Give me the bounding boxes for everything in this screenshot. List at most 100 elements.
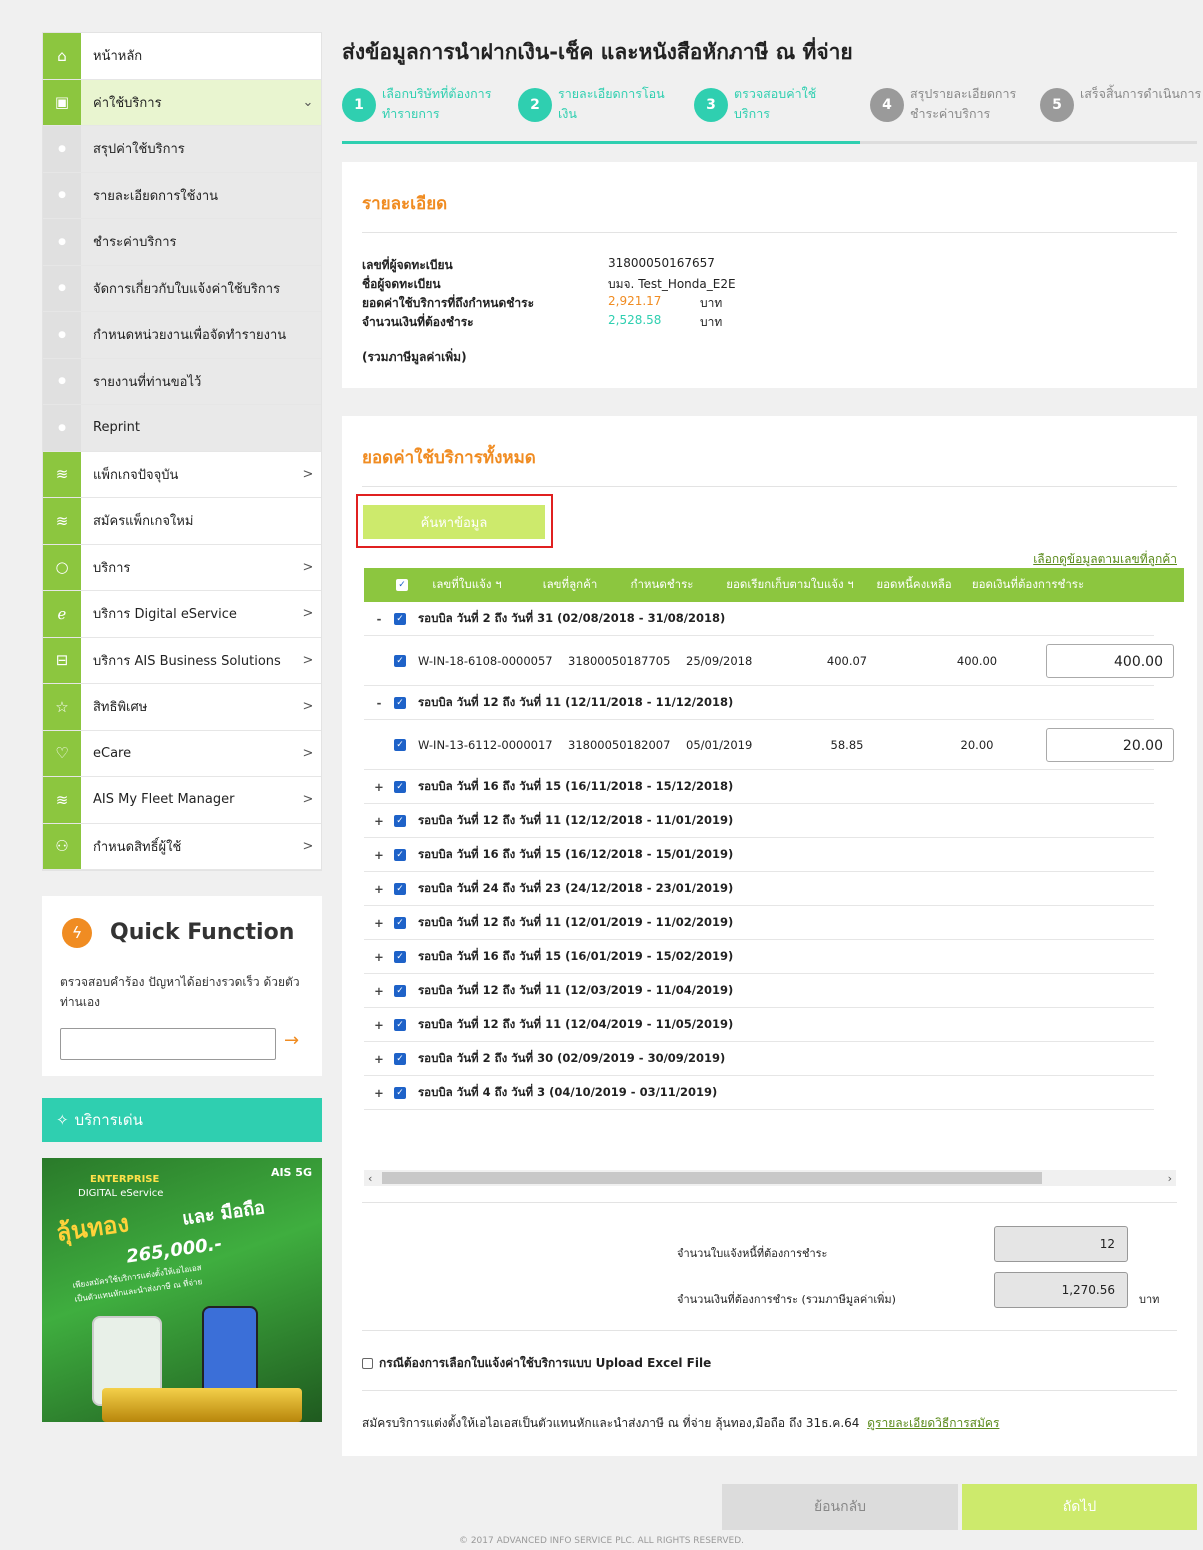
sidebar-item[interactable]: ● กำหนดหน่วยงานเพื่อจัดทำรายงาน [43, 312, 321, 359]
layers-icon: ≋ [43, 777, 81, 823]
scroll-right-icon[interactable]: › [1164, 1172, 1176, 1185]
expand-toggle-icon[interactable]: + [364, 950, 394, 964]
circle-icon: ○ [43, 544, 81, 590]
sidebar-item[interactable]: ≋ แพ็กเกจปัจจุบัน > [43, 451, 321, 498]
sidebar-item[interactable]: ● จัดการเกี่ยวกับใบแจ้งค่าใช้บริการ [43, 265, 321, 312]
expand-toggle-icon[interactable]: + [364, 848, 394, 862]
expand-toggle-icon[interactable]: + [364, 780, 394, 794]
row-checkbox[interactable]: ✓ [394, 916, 406, 929]
chevron-icon: > [302, 559, 314, 575]
banner-line2: DIGITAL eService [78, 1188, 164, 1199]
expand-toggle-icon[interactable]: - [364, 612, 394, 626]
sidebar-item[interactable]: ⌂ หน้าหลัก [43, 33, 321, 80]
bill-cycle-row[interactable]: - ✓ รอบบิล วันที่ 12 ถึง วันที่ 11 (12/11/… [364, 686, 1154, 720]
sidebar-item[interactable]: ● รายงานที่ท่านขอไว้ [43, 358, 321, 405]
chevron-icon: > [302, 792, 314, 808]
detail-card: รายละเอียด เลขที่ผู้จดทะเบียน 31800050167… [342, 162, 1197, 388]
row-checkbox[interactable]: ✓ [394, 612, 406, 625]
bill-cycle-row[interactable]: + ✓ รอบบิล วันที่ 16 ถึง วันที่ 15 (16/11/… [364, 770, 1154, 804]
sidebar-item-label: แพ็กเกจปัจจุบัน [93, 467, 179, 483]
detail-value: 2,528.58 [608, 313, 662, 327]
upload-checkbox[interactable] [362, 1358, 373, 1369]
select-by-customer-link[interactable]: เลือกดูข้อมูลตามเลขที่ลูกค้า [1033, 550, 1177, 569]
row-checkbox[interactable]: ✓ [394, 848, 406, 861]
column-header: เลขที่ใบแจ้ง ฯ [432, 577, 502, 591]
select-all-checkbox[interactable]: ✓ [396, 579, 408, 591]
bill-cycle-label: รอบบิล วันที่ 16 ถึง วันที่ 15 (16/12/20… [418, 846, 734, 861]
detail-label: จำนวนเงินที่ต้องชำระ [362, 315, 474, 329]
invoice-row[interactable]: ✓ W-IN-18-6108-0000057 31800050187705 25… [364, 636, 1174, 686]
detail-unit: บาท [700, 296, 723, 310]
search-button[interactable]: ค้นหาข้อมูล [363, 505, 545, 539]
sidebar-item[interactable]: ● ชำระค่าบริการ [43, 219, 321, 266]
bill-cycle-row[interactable]: + ✓ รอบบิล วันที่ 12 ถึง วันที่ 11 (12/12/… [364, 804, 1154, 838]
sparkle-icon: ✧ [56, 1111, 69, 1129]
scroll-left-icon[interactable]: ‹ [364, 1172, 376, 1185]
invoice-row[interactable]: ✓ W-IN-13-6112-0000017 31800050182007 05… [364, 720, 1174, 770]
sidebar-item[interactable]: ● Reprint [43, 405, 321, 452]
expand-toggle-icon[interactable]: + [364, 1018, 394, 1032]
due-date: 05/01/2019 [686, 737, 753, 752]
promo-detail-link[interactable]: ดูรายละเอียดวิธีการสมัคร [867, 1416, 999, 1430]
arrow-right-icon[interactable]: → [284, 1030, 299, 1051]
sidebar-item-label: บริการ AIS Business Solutions [93, 653, 281, 669]
bill-cycle-row[interactable]: + ✓ รอบบิล วันที่ 24 ถึง วันที่ 23 (24/12/… [364, 872, 1154, 906]
upload-option[interactable]: กรณีต้องการเลือกใบแจ้งค่าใช้บริการแบบ Up… [362, 1354, 711, 1373]
bill-cycle-row[interactable]: + ✓ รอบบิล วันที่ 12 ถึง วันที่ 11 (12/03/… [364, 974, 1154, 1008]
sidebar-item[interactable]: ○ บริการ > [43, 544, 321, 591]
row-checkbox[interactable]: ✓ [394, 950, 406, 963]
back-button[interactable]: ย้อนกลับ [722, 1484, 958, 1530]
sidebar-item[interactable]: ☆ สิทธิพิเศษ > [43, 684, 321, 731]
sidebar-item[interactable]: ⚇ กำหนดสิทธิ์ผู้ใช้ > [43, 823, 321, 870]
sidebar-item[interactable]: ▣ ค่าใช้บริการ ⌄ [43, 79, 321, 126]
sidebar-item-label: รายงานที่ท่านขอไว้ [93, 374, 202, 390]
expand-toggle-icon[interactable]: + [364, 916, 394, 930]
bill-cycle-row[interactable]: + ✓ รอบบิล วันที่ 4 ถึง วันที่ 3 (04/10/20… [364, 1076, 1154, 1110]
row-checkbox[interactable]: ✓ [394, 1018, 406, 1031]
row-checkbox[interactable]: ✓ [394, 696, 406, 709]
payment-amount-input[interactable]: 20.00 [1046, 728, 1174, 762]
next-button[interactable]: ถัดไป [962, 1484, 1197, 1530]
bill-cycle-row[interactable]: + ✓ รอบบิล วันที่ 12 ถึง วันที่ 11 (12/04/… [364, 1008, 1154, 1042]
step-label: รายละเอียดการโอนเงิน [558, 86, 665, 121]
expand-toggle-icon[interactable]: + [364, 984, 394, 998]
bill-cycle-row[interactable]: - ✓ รอบบิล วันที่ 2 ถึง วันที่ 31 (02/08/2… [364, 602, 1154, 636]
bill-cycle-row[interactable]: + ✓ รอบบิล วันที่ 2 ถึง วันที่ 30 (02/09/2… [364, 1042, 1154, 1076]
bill-cycle-row[interactable]: + ✓ รอบบิล วันที่ 16 ถึง วันที่ 15 (16/12/… [364, 838, 1154, 872]
detail-label: ชื่อผู้จดทะเบียน [362, 277, 441, 291]
row-checkbox[interactable]: ✓ [394, 654, 406, 667]
expand-toggle-icon[interactable]: + [364, 1052, 394, 1066]
row-checkbox[interactable]: ✓ [394, 1052, 406, 1065]
expand-toggle-icon[interactable]: - [364, 696, 394, 710]
row-checkbox[interactable]: ✓ [394, 780, 406, 793]
sidebar-item-label: ค่าใช้บริการ [93, 95, 162, 111]
invoice-count-field: 12 [994, 1226, 1128, 1262]
promo-banner[interactable]: AIS 5G ENTERPRISE DIGITAL eService ลุ้นท… [42, 1158, 322, 1422]
horizontal-scrollbar[interactable]: ‹ › [364, 1170, 1176, 1186]
step-3: 3 ตรวจสอบค่าใช้บริการ [694, 84, 846, 124]
payment-amount-input[interactable]: 400.00 [1046, 644, 1174, 678]
sidebar-item[interactable]: ≋ AIS My Fleet Manager > [43, 777, 321, 824]
scroll-thumb[interactable] [382, 1172, 1042, 1184]
row-checkbox[interactable]: ✓ [394, 738, 406, 751]
sidebar-item[interactable]: ⊟ บริการ AIS Business Solutions > [43, 637, 321, 684]
bill-cycle-row[interactable]: + ✓ รอบบิล วันที่ 16 ถึง วันที่ 15 (16/01/… [364, 940, 1154, 974]
expand-toggle-icon[interactable]: + [364, 882, 394, 896]
stepper-progress-fill [342, 141, 860, 144]
sidebar-item[interactable]: ℯ บริการ Digital eService > [43, 591, 321, 638]
expand-toggle-icon[interactable]: + [364, 814, 394, 828]
row-checkbox[interactable]: ✓ [394, 1086, 406, 1099]
quick-function-input[interactable] [60, 1028, 276, 1060]
row-checkbox[interactable]: ✓ [394, 814, 406, 827]
sidebar-menu: ⌂ หน้าหลัก ▣ ค่าใช้บริการ ⌄ ● สรุปค่าใช้บริการ… [42, 32, 322, 871]
row-checkbox[interactable]: ✓ [394, 984, 406, 997]
sidebar-item[interactable]: ● รายละเอียดการใช้งาน [43, 172, 321, 219]
sidebar-item[interactable]: ≋ สมัครแพ็กเกจใหม่ [43, 498, 321, 545]
sidebar-item[interactable]: ● สรุปค่าใช้บริการ [43, 126, 321, 173]
row-checkbox[interactable]: ✓ [394, 882, 406, 895]
featured-title: บริการเด่น [74, 1111, 143, 1129]
bill-cycle-row[interactable]: + ✓ รอบบิล วันที่ 12 ถึง วันที่ 11 (12/01/… [364, 906, 1154, 940]
sidebar-item[interactable]: ♡ eCare > [43, 730, 321, 777]
amount-label: จำนวนเงินที่ต้องการชำระ (รวมภาษีมูลค่าเพ… [677, 1293, 896, 1306]
expand-toggle-icon[interactable]: + [364, 1086, 394, 1100]
